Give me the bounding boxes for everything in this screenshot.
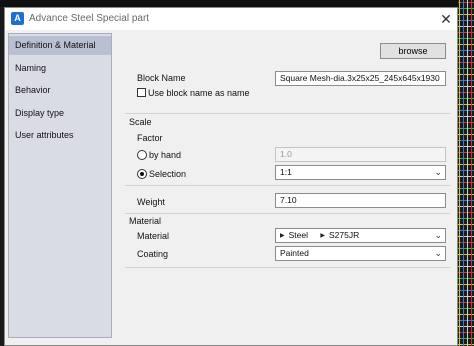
weight-field[interactable]: 7.10 [275,193,446,208]
tree-arrow-icon: ▶ [280,233,285,239]
cad-line [471,0,472,346]
material-grade: S275JR [329,230,360,240]
coating-label: Coating [137,249,169,259]
use-block-name-checkbox[interactable] [137,88,146,97]
title-bar: A Advance Steel Special part ✕ [5,8,457,30]
selection-radio[interactable] [137,169,147,179]
block-name-field[interactable]: Square Mesh-dia.3x25x25_245x645x1930 [275,71,446,86]
cad-line [459,0,460,346]
window-title: Advance Steel Special part [29,13,150,24]
sidebar-item-definition-material[interactable]: Definition & Material [9,36,111,55]
special-part-dialog: A Advance Steel Special part ✕ Definitio… [4,7,458,346]
selection-dropdown[interactable]: 1:1 ⌄ [275,165,446,180]
selection-value: 1:1 [280,167,292,177]
sidebar-item-behavior[interactable]: Behavior [9,81,111,100]
cad-drawing-background [458,0,474,346]
definition-material-panel: browse Block Name Square Mesh-dia.3x25x2… [123,33,453,338]
scale-divider [125,113,450,114]
advance-steel-logo-icon: A [11,12,24,25]
bottom-divider [125,267,450,268]
browse-button[interactable]: browse [380,43,446,59]
factor-label: Factor [137,133,163,143]
category-sidebar: Definition & Material Naming Behavior Di… [8,33,112,338]
material-section-label: Material [129,216,162,226]
use-block-name-label: Use block name as name [148,88,250,98]
by-hand-radio[interactable] [137,150,147,160]
material-family: Steel [288,230,308,240]
weight-label: Weight [137,197,165,207]
sidebar-item-naming[interactable]: Naming [9,59,111,78]
by-hand-input[interactable]: 1.0 [275,147,446,162]
weight-divider [125,185,450,186]
scale-section-label: Scale [129,117,152,127]
material-label: Material [137,231,170,241]
close-icon[interactable]: ✕ [437,10,455,28]
coating-value: Painted [280,248,309,258]
chevron-down-icon: ⌄ [434,230,442,240]
selection-label: Selection [149,169,187,179]
coating-dropdown[interactable]: Painted ⌄ [275,246,446,261]
background-top-strip [0,0,474,7]
sidebar-item-display-type[interactable]: Display type [9,104,111,123]
by-hand-label: by hand [149,150,182,160]
material-divider [125,213,450,214]
sidebar-item-user-attributes[interactable]: User attributes [9,126,111,145]
material-dropdown[interactable]: ▶ Steel ▶ S275JR ⌄ [275,228,446,243]
cad-line [463,0,464,346]
block-name-label: Block Name [137,73,186,83]
chevron-down-icon: ⌄ [434,167,442,177]
cad-line [467,0,468,346]
tree-arrow-icon: ▶ [320,233,325,239]
chevron-down-icon: ⌄ [434,248,442,258]
